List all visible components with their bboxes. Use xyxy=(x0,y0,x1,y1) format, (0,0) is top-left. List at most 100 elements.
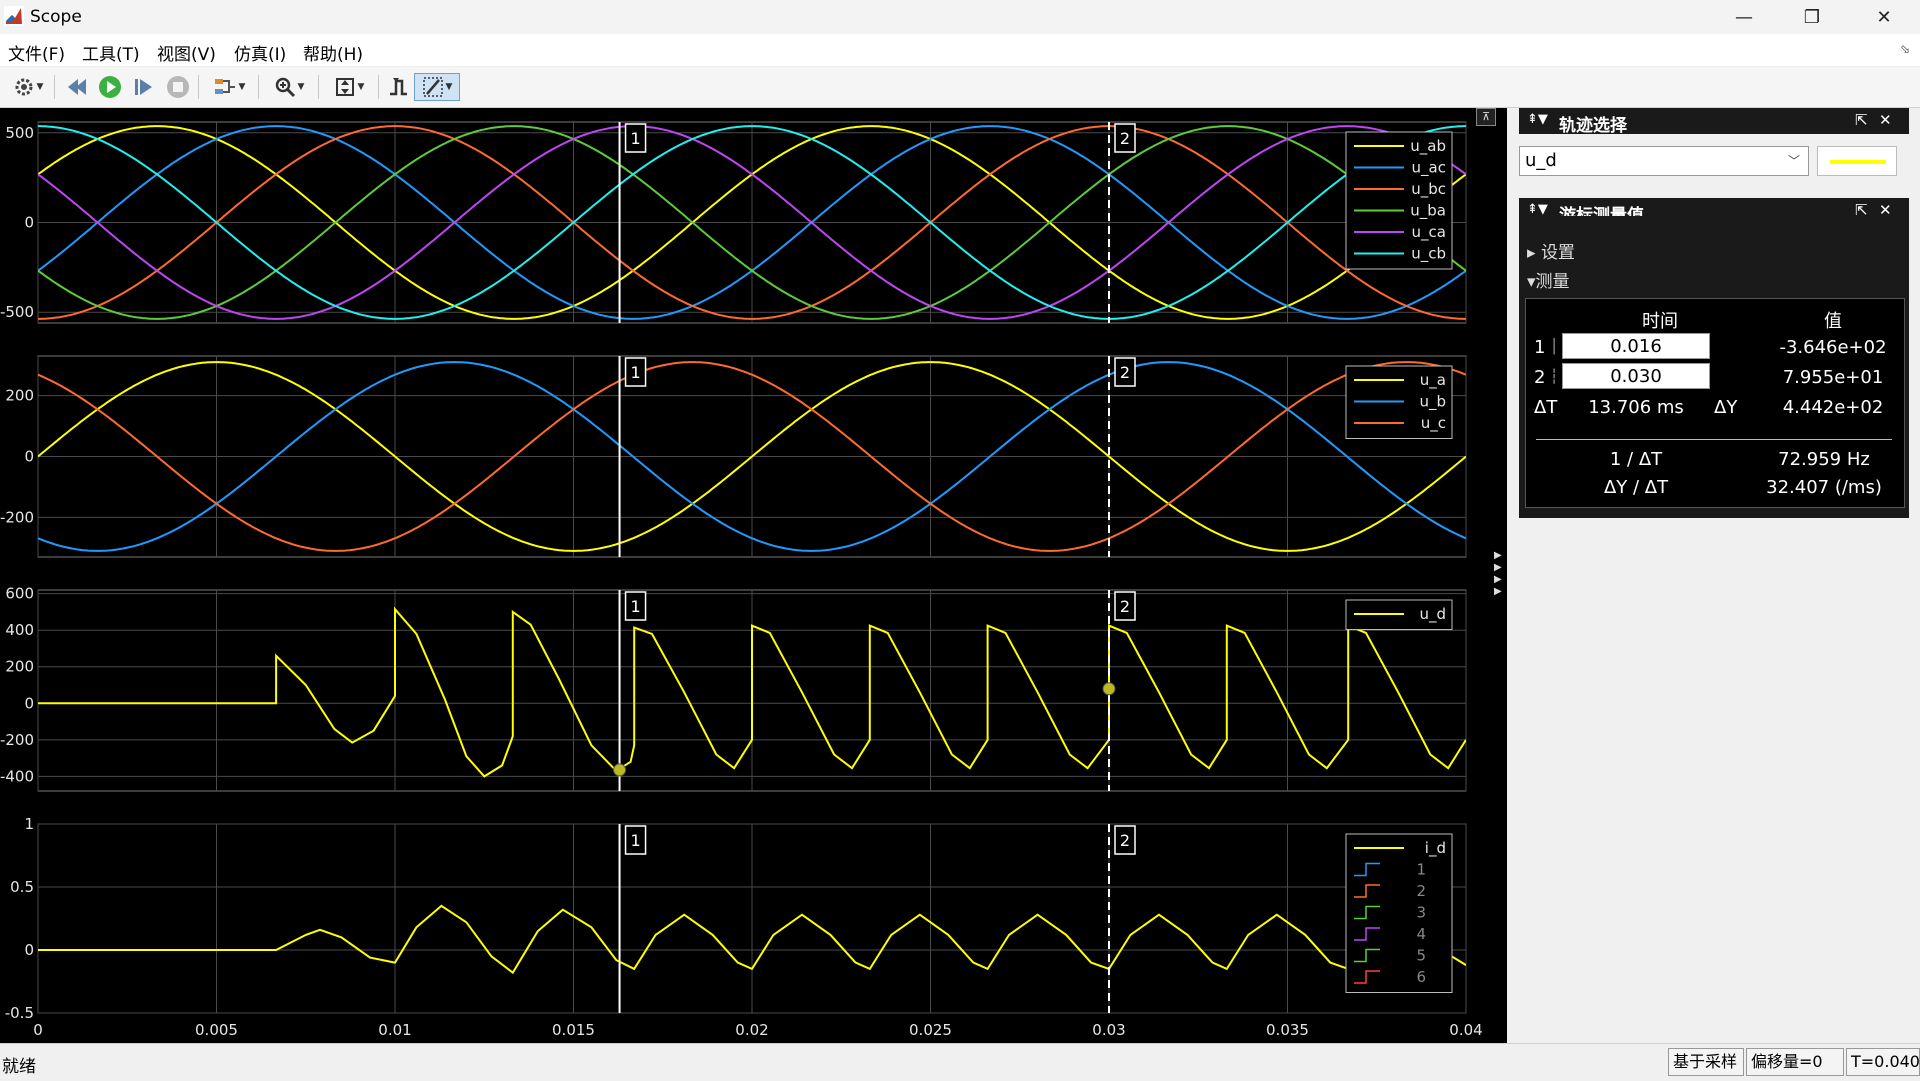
cursor-tag-label: 1 xyxy=(630,363,640,382)
y-tick-label: 200 xyxy=(5,658,34,676)
run-icon xyxy=(99,76,121,98)
delta-y-label: ΔY xyxy=(1714,397,1738,418)
right-panel: ⇞▼ 轨迹选择 ⇱ ✕ u_d ﹀ ⇞▼ 游标测量值 ⇱ ✕ ▸ 设置 ▾测量 … xyxy=(1507,108,1920,1043)
delta-t-label: ΔT xyxy=(1534,397,1558,418)
cursor-1-time-input[interactable]: 0.016 xyxy=(1562,333,1710,359)
legend-label: 3 xyxy=(1416,904,1426,922)
dashed-cursor-icon: ┆ xyxy=(1550,369,1559,385)
x-tick-label: 0.035 xyxy=(1266,1021,1309,1039)
pin-icon[interactable]: ⇞▼ xyxy=(1527,112,1548,127)
step-forward-button[interactable] xyxy=(130,73,158,101)
scope-display[interactable]: 500 0 -500 u_ab u_ac u_bc u_ba u_ca u_cb 1 2 200 0 -2… xyxy=(0,108,1507,1043)
col-time-header: 时间 xyxy=(1642,311,1678,332)
legend-box xyxy=(1345,833,1453,993)
y-tick-label: 0 xyxy=(24,694,34,712)
y-tick-label: 0 xyxy=(24,941,34,959)
undock-arrow-icon[interactable]: ⬂ xyxy=(1900,42,1910,56)
x-tick-label: 0 xyxy=(33,1021,43,1039)
cursor-measure-button[interactable]: ▼ xyxy=(414,73,460,101)
collapse-panels-button[interactable]: ⊼ xyxy=(1476,108,1496,126)
cursor-tag-label: 1 xyxy=(630,597,640,616)
legend-label: u_c xyxy=(1421,414,1446,433)
cursor-2-value: 7.955e+01 xyxy=(1782,367,1884,388)
x-tick-label: 0.04 xyxy=(1449,1021,1482,1039)
trace-select-value: u_d xyxy=(1525,150,1557,171)
maximize-button[interactable]: ❐ xyxy=(1780,0,1844,34)
sample-mode: 基于采样 xyxy=(1668,1048,1744,1076)
cursor-1-value: -3.646e+02 xyxy=(1779,337,1887,358)
legend-label: 2 xyxy=(1416,882,1426,900)
legend-label: u_cb xyxy=(1411,245,1446,264)
panel-expand-arrows[interactable]: ▶ ▶ ▶ ▶ xyxy=(1494,550,1504,598)
cursor-measurements-panel: ▸ 设置 ▾测量 时间 值 1 │ 0.016 -3.646e+02 2 ┆ 0… xyxy=(1519,216,1909,518)
cursor-marker-1 xyxy=(613,763,627,777)
measurements-table: 时间 值 1 │ 0.016 -3.646e+02 2 ┆ 0.030 7.95… xyxy=(1525,298,1905,508)
status-bar: 就绪 基于采样 偏移量=0 T=0.040 xyxy=(0,1043,1920,1081)
legend-label: 5 xyxy=(1416,947,1426,965)
slope-value: 32.407 (/ms) xyxy=(1766,477,1882,498)
close-button[interactable]: ✕ xyxy=(1852,0,1916,34)
minimize-button[interactable]: — xyxy=(1712,0,1776,34)
settings-section-toggle[interactable]: ▸ 设置 xyxy=(1527,238,1575,263)
trace-color-swatch[interactable] xyxy=(1817,146,1897,176)
settings-button[interactable]: ▼ xyxy=(6,73,50,101)
axes-scale-button[interactable]: ▼ xyxy=(326,73,372,101)
menu-simulation[interactable]: 仿真(I) xyxy=(234,40,286,65)
cursor-marker-2 xyxy=(1102,682,1116,696)
legend-label: 1 xyxy=(1416,861,1426,879)
zoom-button[interactable]: ▼ xyxy=(266,73,312,101)
cursor-2-id: 2 xyxy=(1534,367,1546,388)
trace-select-dropdown[interactable]: u_d ﹀ xyxy=(1519,146,1809,176)
undock-icon[interactable]: ⇱ xyxy=(1855,111,1868,129)
legend-label: u_ba xyxy=(1410,202,1446,221)
cursor-tag-label: 1 xyxy=(630,129,640,148)
legend-label: u_b xyxy=(1419,393,1446,412)
delta-y-value: 4.442e+02 xyxy=(1782,397,1884,418)
time-readout: T=0.040 xyxy=(1846,1048,1920,1076)
trace-selection-title: 轨迹选择 xyxy=(1559,116,1627,136)
menu-file[interactable]: 文件(F) xyxy=(8,40,65,65)
y-tick-label: 500 xyxy=(5,124,34,142)
plot-panel-1: 500 0 -500 u_ab u_ac u_bc u_ba u_ca u_cb 1 2 xyxy=(0,121,1467,324)
y-tick-label: -500 xyxy=(0,303,34,321)
x-tick-label: 0.005 xyxy=(195,1021,238,1039)
pin-icon[interactable]: ⇞▼ xyxy=(1527,202,1548,217)
plot-panel-3: 600 400 200 0 -200 -400 u_d 1 2 xyxy=(0,585,1467,792)
cursor-tag-label: 2 xyxy=(1120,597,1130,616)
close-panel-icon[interactable]: ✕ xyxy=(1879,111,1892,129)
slope-label: ΔY / ΔT xyxy=(1603,477,1669,498)
stop-icon xyxy=(167,76,189,98)
menu-tools[interactable]: 工具(T) xyxy=(82,40,140,65)
matlab-logo-icon xyxy=(4,6,24,26)
settings-icon xyxy=(15,78,33,96)
x-tick-label: 0.025 xyxy=(909,1021,952,1039)
menu-help[interactable]: 帮助(H) xyxy=(303,40,363,65)
scope-plots[interactable]: 5000-500u_abu_acu_bcu_bau_cau_cb1 22000-2… xyxy=(0,108,1507,1043)
menu-view[interactable]: 视图(V) xyxy=(157,40,216,65)
x-tick-label: 0.01 xyxy=(378,1021,411,1039)
cursor-2-time-input[interactable]: 0.030 xyxy=(1562,363,1710,389)
measurements-section-toggle[interactable]: ▾测量 xyxy=(1527,267,1570,292)
col-value-header: 值 xyxy=(1824,311,1842,332)
y-tick-label: 0 xyxy=(24,448,34,466)
stop-button[interactable] xyxy=(164,73,192,101)
trigger-button[interactable] xyxy=(384,73,412,101)
y-tick-label: -200 xyxy=(0,508,34,526)
legend-label: u_ac xyxy=(1412,159,1446,178)
x-tick-label: 0.03 xyxy=(1092,1021,1125,1039)
signal-select-button[interactable]: ▼ xyxy=(206,73,252,101)
status-text: 就绪 xyxy=(2,1057,36,1077)
step-back-icon xyxy=(68,79,86,95)
legend-label: u_a xyxy=(1420,371,1446,390)
cursor-measure-icon xyxy=(422,77,443,97)
signal-select-icon xyxy=(214,79,235,94)
run-button[interactable] xyxy=(96,73,124,101)
cursor-tag-label: 2 xyxy=(1120,129,1130,148)
legend-label: u_ab xyxy=(1410,137,1446,156)
x-tick-label: 0.02 xyxy=(735,1021,768,1039)
plot-panel-2: 200 0 -200 u_a u_b u_c 1 2 xyxy=(0,355,1467,558)
y-tick-label: 200 xyxy=(5,387,34,405)
y-tick-label: -200 xyxy=(0,731,34,749)
step-back-button[interactable] xyxy=(62,73,90,101)
delta-t-value: 13.706 ms xyxy=(1588,397,1684,418)
